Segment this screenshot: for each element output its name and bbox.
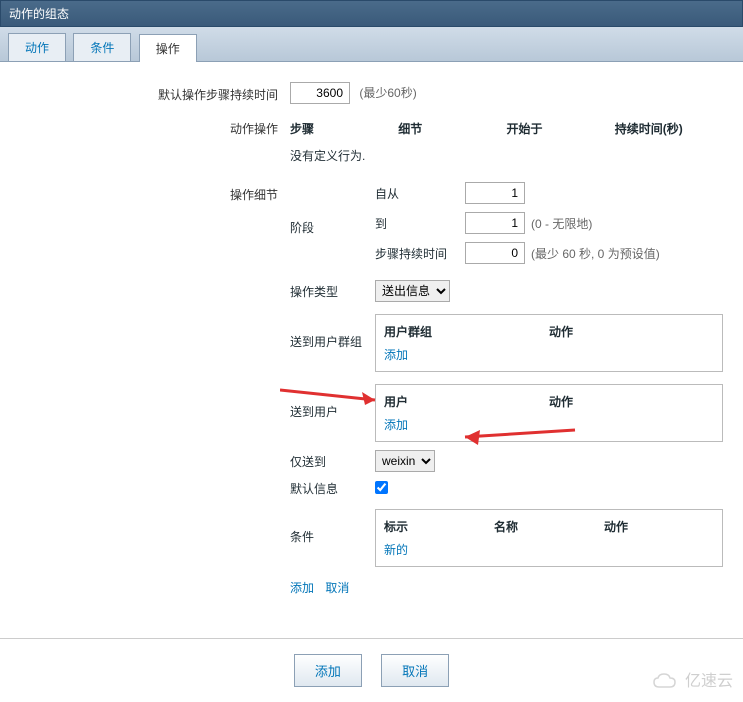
form-area: 默认操作步骤持续时间 (最少60秒) 动作操作 步骤 细节 开始于 持续时间(秒…: [0, 62, 743, 628]
input-to[interactable]: [465, 212, 525, 234]
label-step-duration: 步骤持续时间: [375, 245, 465, 262]
label-to: 到: [375, 215, 465, 232]
box-conditions: 标示 名称 动作 新的: [375, 509, 723, 567]
th-action-g: 动作: [549, 323, 714, 340]
hint-step-duration: (最少 60 秒, 0 为预设值): [531, 245, 660, 262]
watermark: 亿速云: [651, 667, 733, 692]
button-add[interactable]: 添加: [294, 654, 362, 687]
link-detail-cancel[interactable]: 取消: [325, 581, 349, 595]
link-add-group[interactable]: 添加: [384, 348, 408, 362]
input-step-duration[interactable]: [465, 242, 525, 264]
label-from: 自从: [375, 185, 465, 202]
input-from[interactable]: [465, 182, 525, 204]
select-op-type[interactable]: 送出信息: [375, 280, 450, 302]
link-add-user[interactable]: 添加: [384, 418, 408, 432]
checkbox-default-msg[interactable]: [375, 481, 388, 494]
tab-condition[interactable]: 条件: [73, 33, 131, 61]
label-detail: 操作细节: [20, 182, 290, 203]
th-name: 名称: [494, 518, 604, 535]
label-op-type: 操作类型: [290, 283, 375, 300]
th-usergroup: 用户群组: [384, 323, 549, 340]
label-only-send: 仅送到: [290, 453, 375, 470]
th-action-u: 动作: [549, 393, 714, 410]
box-send-group: 用户群组 动作 添加: [375, 314, 723, 372]
th-step: 步骤: [290, 120, 398, 137]
tab-operation[interactable]: 操作: [139, 34, 197, 62]
th-mark: 标示: [384, 518, 494, 535]
link-detail-add[interactable]: 添加: [290, 581, 314, 595]
label-conditions: 条件: [290, 528, 375, 545]
tab-action[interactable]: 动作: [8, 33, 66, 61]
link-new-condition[interactable]: 新的: [384, 543, 408, 557]
button-row: 添加 取消: [0, 638, 743, 702]
action-ops-empty: 没有定义行为.: [290, 141, 723, 170]
button-cancel[interactable]: 取消: [381, 654, 449, 687]
label-stage: 阶段: [290, 219, 375, 236]
hint-default-duration: (最少60秒): [359, 86, 416, 100]
label-default-duration: 默认操作步骤持续时间: [20, 82, 290, 103]
th-duration: 持续时间(秒): [615, 120, 723, 137]
action-ops-headers: 步骤 细节 开始于 持续时间(秒): [290, 116, 723, 141]
label-default-msg: 默认信息: [290, 480, 375, 497]
cloud-icon: [651, 672, 681, 692]
label-send-user: 送到用户: [290, 403, 375, 420]
th-action-c: 动作: [604, 518, 714, 535]
tab-bar: 动作 条件 操作: [0, 27, 743, 62]
dialog-header: 动作的组态: [0, 0, 743, 27]
th-start: 开始于: [507, 120, 615, 137]
select-only-send[interactable]: weixin: [375, 450, 435, 472]
label-action-ops: 动作操作: [20, 116, 290, 137]
input-default-duration[interactable]: [290, 82, 350, 104]
box-send-user: 用户 动作 添加: [375, 384, 723, 442]
dialog-title: 动作的组态: [9, 7, 69, 21]
th-detail: 细节: [398, 120, 506, 137]
label-send-group: 送到用户群组: [290, 333, 375, 350]
th-user: 用户: [384, 393, 549, 410]
hint-to: (0 - 无限地): [531, 215, 592, 232]
